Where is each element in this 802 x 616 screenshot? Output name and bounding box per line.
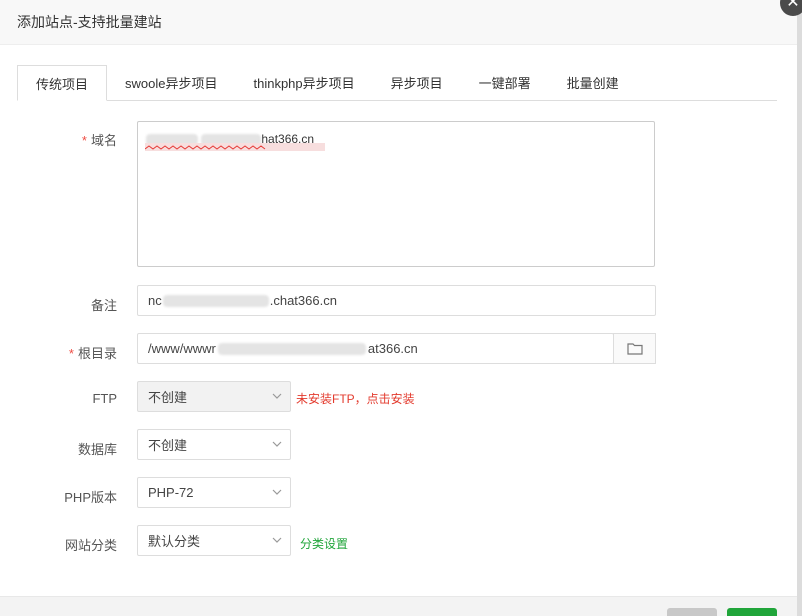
remark-label: 备注 xyxy=(90,298,117,313)
root-dir-label: * 根目录 xyxy=(68,346,117,361)
database-label: 数据库 xyxy=(77,442,117,457)
tab-swoole[interactable]: swoole异步项目 xyxy=(107,65,235,99)
cancel-button[interactable] xyxy=(667,608,717,616)
domain-label: * 域名 xyxy=(81,133,117,148)
chevron-down-icon xyxy=(272,537,282,543)
chevron-down-icon xyxy=(272,393,282,399)
ftp-label: FTP xyxy=(92,391,117,406)
folder-icon xyxy=(626,343,643,355)
root-dir-input[interactable]: /www/wwwr at366.cn xyxy=(137,333,614,364)
category-settings-link[interactable]: 分类设置 xyxy=(300,535,348,552)
tab-one-click-deploy[interactable]: 一键部署 xyxy=(461,65,549,99)
site-category-label: 网站分类 xyxy=(64,538,117,553)
submit-button[interactable] xyxy=(727,608,777,616)
php-version-select[interactable]: PHP-72 xyxy=(137,477,291,508)
tab-batch-create[interactable]: 批量创建 xyxy=(549,65,637,99)
site-category-select[interactable]: 默认分类 xyxy=(137,525,291,556)
ftp-select[interactable]: 不创建 xyxy=(137,381,291,412)
php-version-label: PHP版本 xyxy=(64,490,117,505)
spellcheck-squiggle xyxy=(145,143,325,151)
chevron-down-icon xyxy=(272,441,282,447)
remark-input[interactable]: nc .chat366.cn xyxy=(137,285,656,316)
add-site-dialog: 添加站点-支持批量建站 传统项目 swoole异步项目 thinkphp异步项目… xyxy=(0,0,797,616)
chevron-down-icon xyxy=(272,489,282,495)
tab-traditional[interactable]: 传统项目 xyxy=(17,65,108,101)
tab-thinkphp[interactable]: thinkphp异步项目 xyxy=(235,65,372,99)
dialog-titlebar: 添加站点-支持批量建站 xyxy=(0,0,797,45)
database-select[interactable]: 不创建 xyxy=(137,429,291,460)
project-tabs: 传统项目 swoole异步项目 thinkphp异步项目 异步项目 一键部署 批… xyxy=(17,65,777,101)
redacted-text xyxy=(217,342,366,355)
required-mark: * xyxy=(68,346,74,361)
dialog-title: 添加站点-支持批量建站 xyxy=(17,14,162,30)
redacted-text xyxy=(162,294,269,307)
install-ftp-link[interactable]: 未安装FTP，点击安装 xyxy=(296,390,415,407)
background-page-edge xyxy=(797,0,802,616)
required-mark: * xyxy=(81,133,87,148)
browse-folder-button[interactable] xyxy=(613,333,656,364)
tab-async[interactable]: 异步项目 xyxy=(373,65,461,99)
